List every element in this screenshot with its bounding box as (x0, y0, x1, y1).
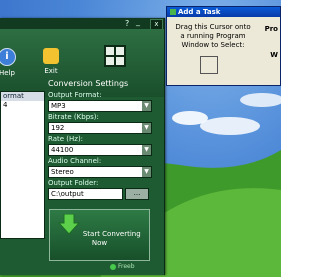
converter-window: ? _ x i Help Exit ormat 4 Conversion Set… (0, 17, 165, 275)
info-icon: i (0, 48, 16, 66)
conversion-settings: Conversion Settings Output Format: MP3 ▼… (48, 79, 160, 200)
minimize-button[interactable]: _ (136, 17, 140, 26)
cursor-target-icon[interactable] (200, 56, 218, 74)
rate-value: 44100 (51, 146, 74, 154)
status-bar: Freeb (110, 263, 135, 270)
output-format-label: Output Format: (48, 91, 102, 99)
task-side-text: Pro (264, 25, 278, 33)
chevron-down-icon[interactable]: ▼ (142, 167, 151, 177)
chevron-down-icon[interactable]: ▼ (142, 123, 151, 133)
exit-button[interactable]: Exit (36, 48, 66, 75)
add-icon (170, 9, 176, 15)
browse-button[interactable]: ... (125, 188, 149, 200)
audio-channel-select[interactable]: Stereo ▼ (48, 166, 152, 178)
output-format-value: MP3 (51, 102, 66, 110)
output-folder-input[interactable]: C:\output (48, 188, 123, 200)
chevron-down-icon[interactable]: ▼ (142, 145, 151, 155)
file-list-header: ormat (1, 92, 44, 101)
audio-channel-value: Stereo (51, 168, 74, 176)
grid-icon[interactable] (104, 45, 126, 67)
output-folder-label: Output Folder: (48, 179, 99, 187)
exit-label: Exit (44, 67, 58, 75)
help-button[interactable]: i Help (0, 48, 22, 77)
bitrate-label: Bitrate (Kbps): (48, 113, 99, 121)
start-converting-label: Start Converting Now (82, 230, 141, 247)
add-task-window: Add a Task Drag this Cursor onto a runni… (166, 6, 281, 86)
audio-channel-label: Audio Channel: (48, 157, 102, 165)
bitrate-value: 192 (51, 124, 65, 132)
arrow-down-icon (58, 213, 81, 235)
exit-icon (43, 48, 59, 64)
file-list[interactable]: ormat 4 (0, 91, 45, 239)
task-side-text-2: W (270, 51, 278, 59)
bitrate-select[interactable]: 192 ▼ (48, 122, 152, 134)
task-instruction: Drag this Cursor onto a running Program … (175, 23, 251, 49)
help-label: Help (0, 69, 15, 77)
start-converting-button[interactable]: Start Converting Now (49, 209, 150, 261)
help-title-button[interactable]: ? (125, 19, 129, 28)
chevron-down-icon[interactable]: ▼ (142, 101, 151, 111)
output-format-select[interactable]: MP3 ▼ (48, 100, 152, 112)
rate-select[interactable]: 44100 ▼ (48, 144, 152, 156)
status-text: Freeb (118, 263, 135, 270)
output-folder-row: C:\output ... (48, 188, 160, 200)
rate-label: Rate (Hz): (48, 135, 84, 143)
settings-title: Conversion Settings (48, 79, 129, 88)
list-item[interactable]: 4 (1, 101, 44, 109)
converter-titlebar: ? _ x (0, 17, 164, 30)
status-icon (110, 263, 116, 270)
add-task-title: Add a Task (178, 8, 221, 16)
add-task-titlebar: Add a Task (167, 7, 280, 17)
